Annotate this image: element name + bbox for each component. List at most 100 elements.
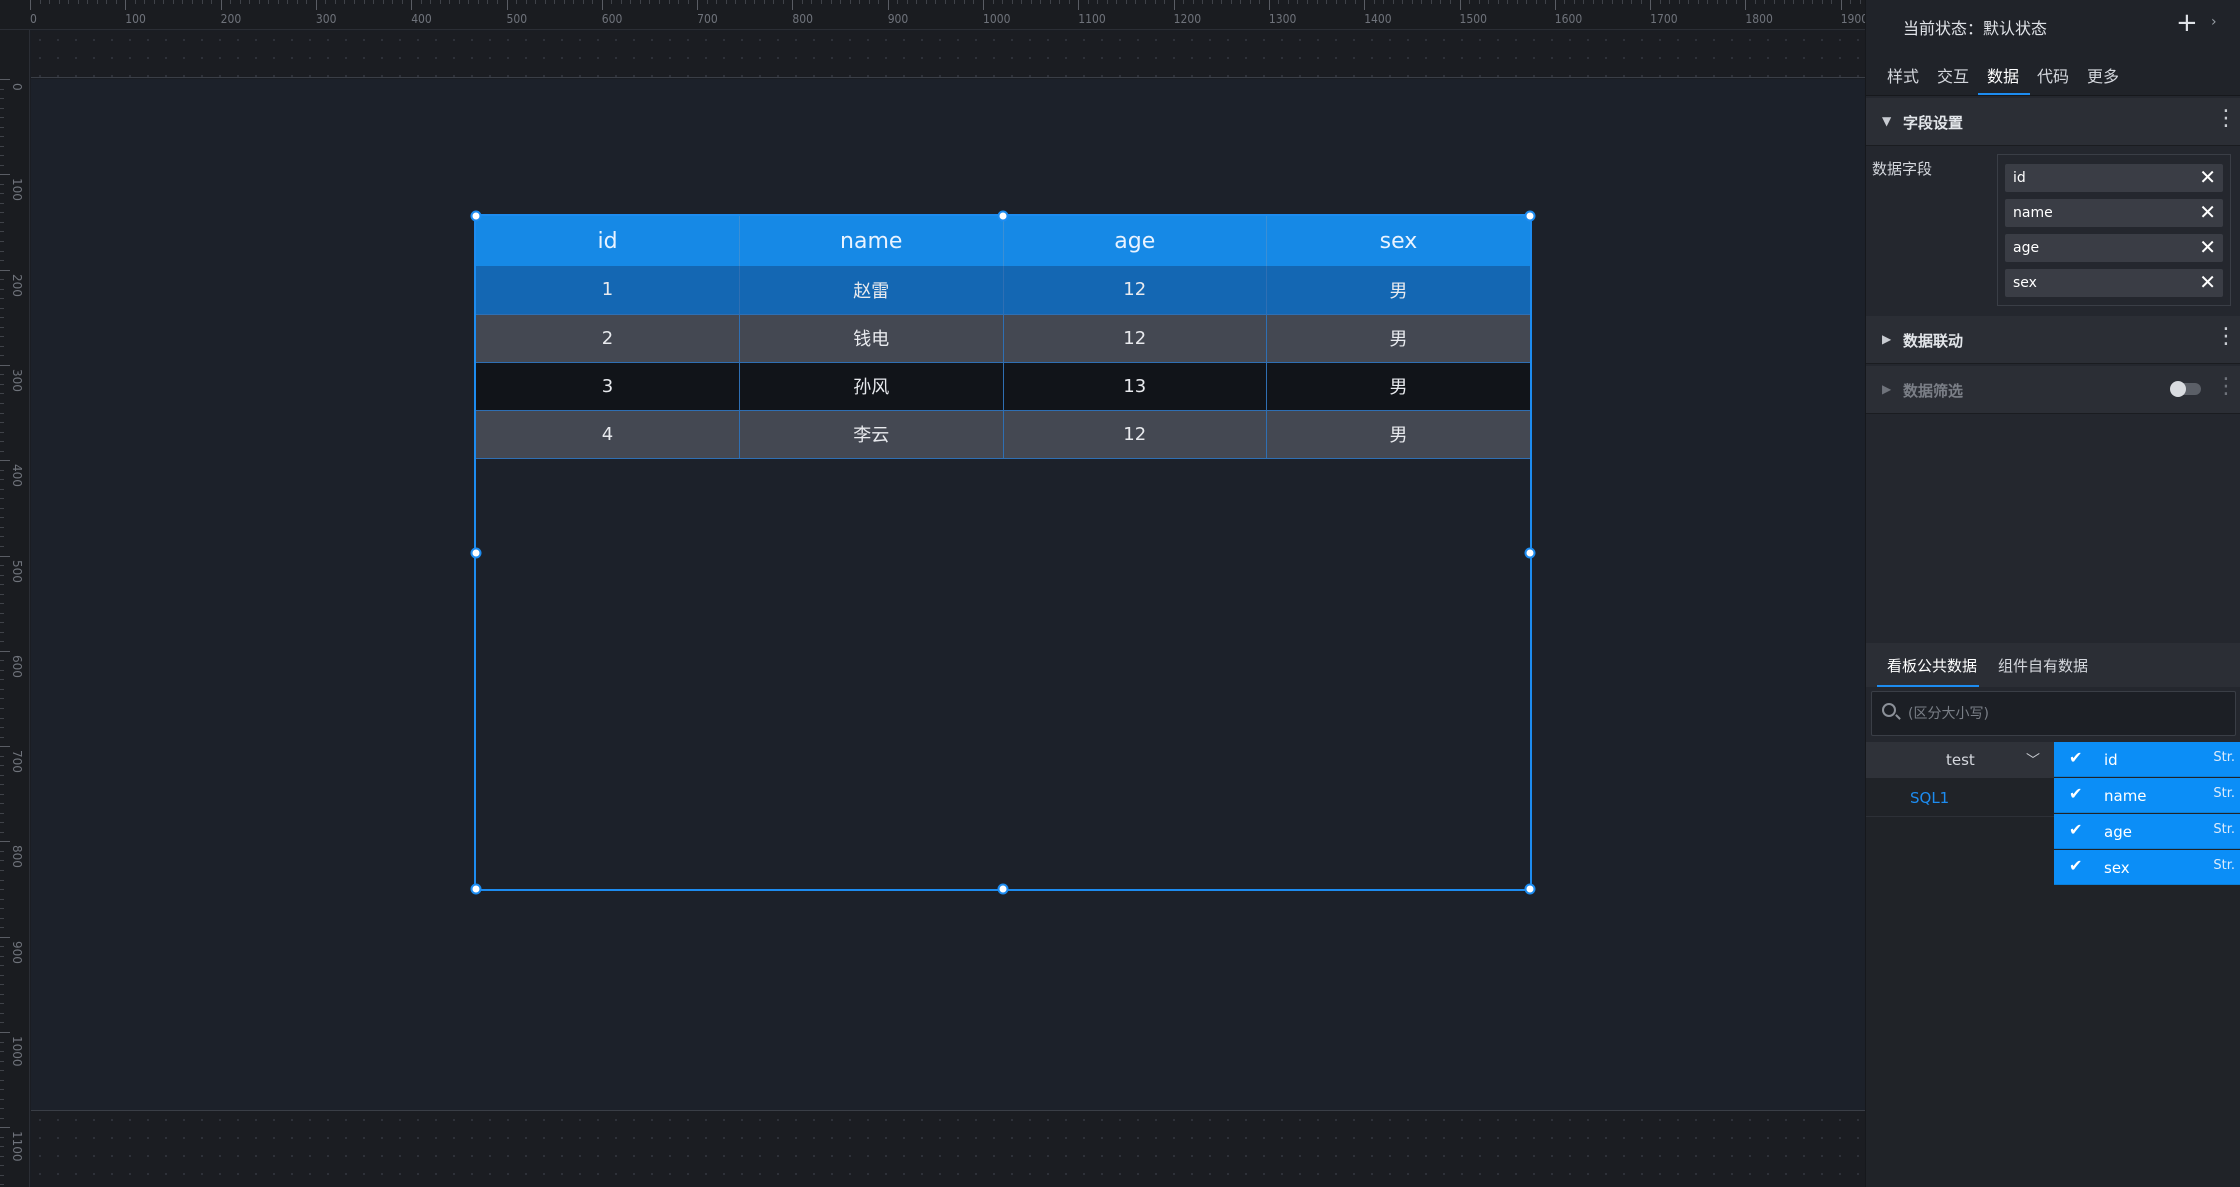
ruler-minor-tick <box>0 317 4 319</box>
field-chip[interactable]: sex ✕ <box>2005 269 2223 297</box>
table-header-cell: id <box>476 216 740 266</box>
ruler-minor-tick <box>0 1022 4 1024</box>
ruler-minor-tick <box>392 0 394 4</box>
design-canvas[interactable]: 0 100 200 300 400 500 600 700 800 900 1000 1100 1200… <box>0 0 1865 1187</box>
ruler-minor-tick <box>134 0 136 4</box>
ruler-minor-tick <box>1821 0 1823 4</box>
ruler-minor-tick <box>1716 0 1718 4</box>
resize-handle-top-left[interactable] <box>470 210 482 222</box>
tab-interaction[interactable]: 交互 <box>1937 63 1969 87</box>
ruler-minor-tick <box>0 183 4 185</box>
tab-board-public-data[interactable]: 看板公共数据 <box>1887 655 1977 676</box>
section-data-link[interactable]: ▶ 数据联动 ⋮ <box>1866 316 2240 364</box>
ruler-label: 1400 <box>1364 12 1392 26</box>
ruler-minor-tick <box>1154 0 1156 4</box>
table-cell: 1 <box>476 266 740 315</box>
ruler-minor-tick <box>1430 0 1432 4</box>
close-icon[interactable]: ✕ <box>2199 271 2216 293</box>
table-header-cell: name <box>739 216 1004 266</box>
ruler-minor-tick <box>0 279 4 281</box>
resize-handle-bottom-left[interactable] <box>470 883 482 895</box>
ruler-minor-tick <box>1449 0 1451 4</box>
ruler-minor-tick <box>1259 0 1261 4</box>
ruler-minor-tick <box>0 993 4 995</box>
column-item[interactable]: ✔ id Str. <box>2054 742 2240 777</box>
ruler-minor-tick <box>0 431 4 433</box>
ruler-minor-tick <box>1411 0 1413 4</box>
table-row[interactable]: 2 钱电 12 男 <box>476 314 1530 363</box>
ruler-minor-tick <box>0 565 4 567</box>
filter-toggle[interactable] <box>2170 381 2201 397</box>
ruler-minor-tick <box>96 0 98 4</box>
ruler-tick <box>1745 0 1747 10</box>
ruler-minor-tick <box>1335 0 1337 4</box>
resize-handle-bottom[interactable] <box>997 883 1009 895</box>
column-item[interactable]: ✔ name Str. <box>2054 778 2240 813</box>
ruler-minor-tick <box>1535 0 1537 4</box>
ruler-label: 0 <box>30 12 37 26</box>
ruler-minor-tick <box>1002 0 1004 4</box>
ruler-minor-tick <box>801 0 803 4</box>
ruler-minor-tick <box>0 765 4 767</box>
ruler-minor-tick <box>725 0 727 4</box>
close-icon[interactable]: ✕ <box>2199 166 2216 188</box>
ruler-tick <box>0 1032 10 1033</box>
ruler-minor-tick <box>0 1117 4 1119</box>
tab-data[interactable]: 数据 <box>1987 63 2019 87</box>
close-icon[interactable]: ✕ <box>2199 201 2216 223</box>
ruler-minor-tick <box>0 145 4 147</box>
table-row[interactable]: 1 赵雷 12 男 <box>476 266 1530 315</box>
table-widget[interactable]: id name age sex 1 赵雷 12 男 2 钱电 12 男 3 孙风… <box>470 210 1536 895</box>
ruler-minor-tick <box>0 98 4 100</box>
resize-handle-bottom-right[interactable] <box>1524 883 1536 895</box>
resize-handle-top[interactable] <box>997 210 1009 222</box>
column-item[interactable]: ✔ sex Str. <box>2054 850 2240 885</box>
more-vertical-icon[interactable]: ⋮ <box>2215 108 2237 130</box>
ruler-minor-tick <box>0 612 4 614</box>
ruler-minor-tick <box>1278 0 1280 4</box>
ruler-tick <box>792 0 794 10</box>
chevron-right-icon[interactable]: › <box>2211 14 2217 30</box>
ruler-minor-tick <box>0 526 4 528</box>
tab-component-own-data[interactable]: 组件自有数据 <box>1998 655 2088 676</box>
ruler-label: 1000 <box>10 1036 24 1067</box>
tab-style[interactable]: 样式 <box>1887 63 1919 87</box>
field-chip[interactable]: name ✕ <box>2005 199 2223 227</box>
ruler-minor-tick <box>0 793 4 795</box>
ruler-minor-tick <box>1125 0 1127 4</box>
column-type: Str. <box>2213 858 2235 873</box>
ruler-minor-tick <box>0 812 4 814</box>
field-chip[interactable]: age ✕ <box>2005 234 2223 262</box>
ruler-minor-tick <box>1583 0 1585 4</box>
close-icon[interactable]: ✕ <box>2199 236 2216 258</box>
ruler-tick <box>1650 0 1652 10</box>
table-cell: 12 <box>1003 314 1267 363</box>
resize-handle-left[interactable] <box>470 547 482 558</box>
more-vertical-icon[interactable]: ⋮ <box>2215 326 2237 348</box>
column-type: Str. <box>2213 786 2235 801</box>
plus-icon[interactable]: + <box>2176 10 2198 36</box>
ruler-minor-tick <box>1230 0 1232 4</box>
dataset-selector[interactable]: test ﹀ <box>1866 742 2054 778</box>
ruler-minor-tick <box>0 202 4 204</box>
ruler-minor-tick <box>1812 0 1814 4</box>
table-cell: 12 <box>1003 410 1267 459</box>
ruler-minor-tick <box>1307 0 1309 4</box>
field-chip[interactable]: id ✕ <box>2005 164 2223 192</box>
column-item[interactable]: ✔ age Str. <box>2054 814 2240 849</box>
table-cell: 钱电 <box>739 314 1004 363</box>
ruler-minor-tick <box>0 288 4 290</box>
dataset-item[interactable]: SQL1 <box>1866 779 2054 817</box>
table-row[interactable]: 4 李云 12 男 <box>476 410 1530 459</box>
search-input[interactable] <box>1908 702 2218 726</box>
table-row[interactable]: 3 孙风 13 男 <box>476 362 1530 411</box>
ruler-minor-tick <box>573 0 575 4</box>
resize-handle-right[interactable] <box>1524 547 1536 558</box>
section-data-filter[interactable]: ▶ 数据筛选 ⋮ <box>1866 366 2240 414</box>
more-vertical-icon[interactable]: ⋮ <box>2215 376 2237 398</box>
ruler-minor-tick <box>954 0 956 4</box>
tab-more[interactable]: 更多 <box>2087 63 2119 87</box>
resize-handle-top-right[interactable] <box>1524 210 1536 222</box>
tab-code[interactable]: 代码 <box>2037 63 2069 87</box>
section-field-settings[interactable]: ▼ 字段设置 ⋮ <box>1866 98 2240 146</box>
